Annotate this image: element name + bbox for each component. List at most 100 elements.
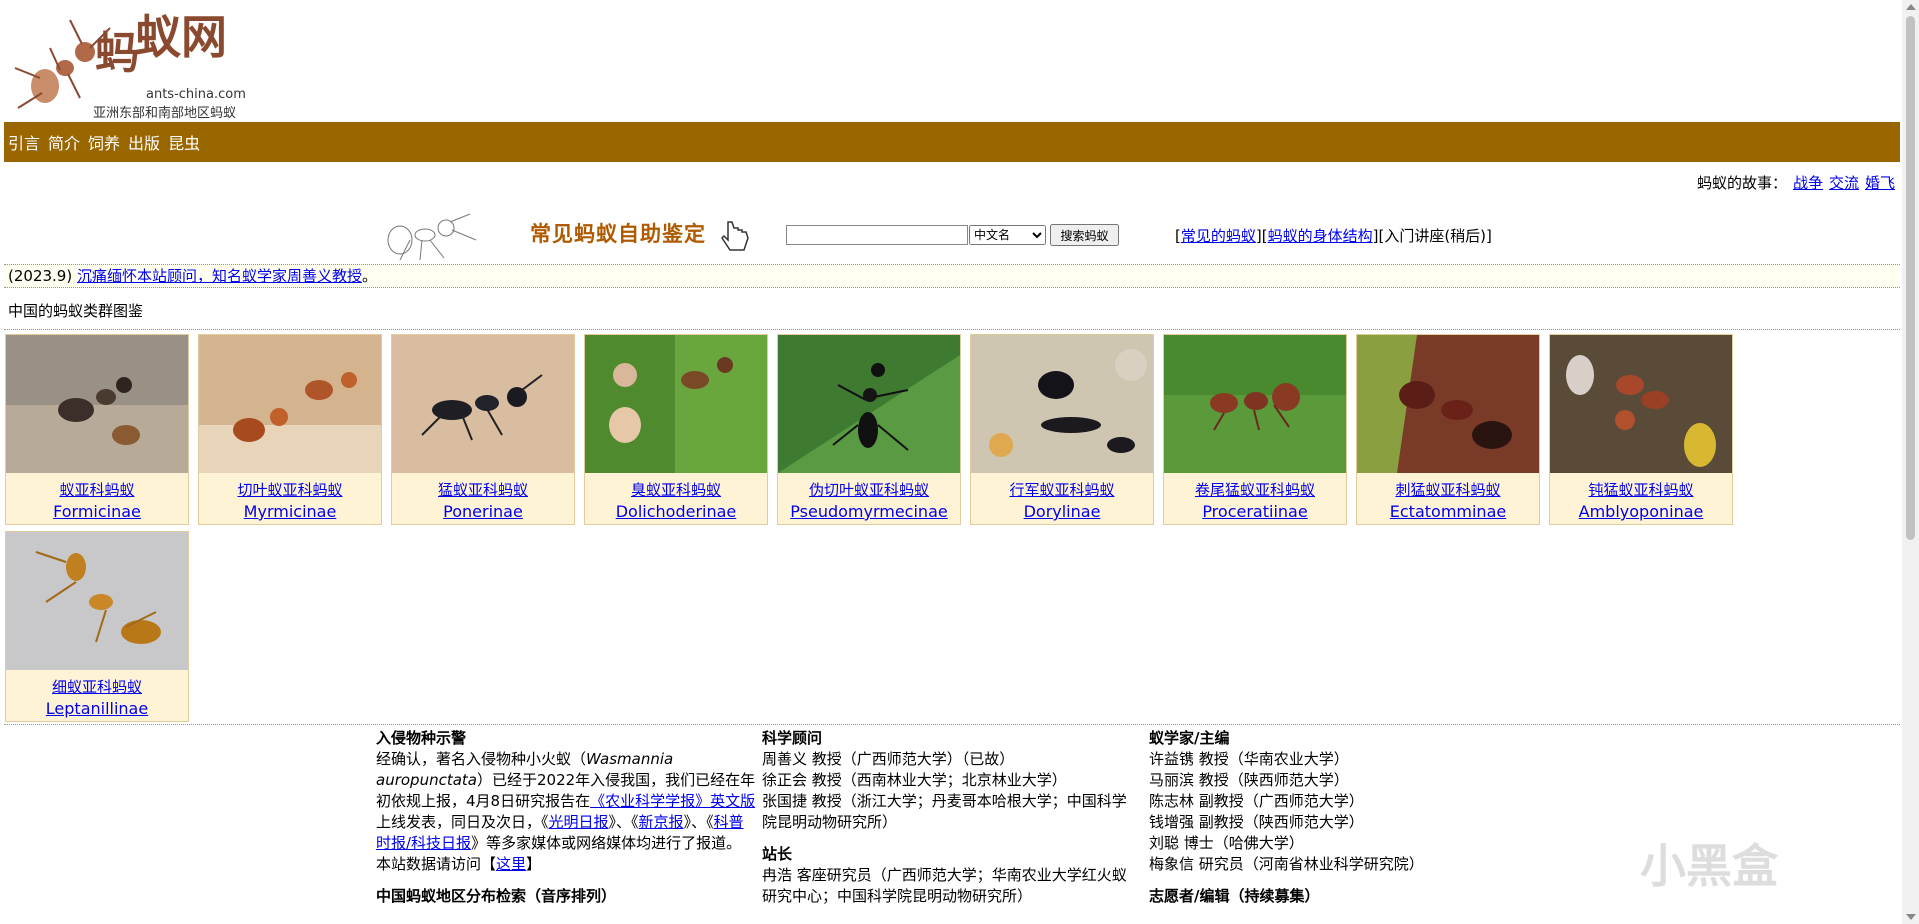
identify-title[interactable]: 常见蚂蚁自助鉴定 xyxy=(530,218,706,248)
ant-photo-dorylinae xyxy=(971,335,1153,473)
volunteers-heading: 志愿者/编辑（持续募集） xyxy=(1149,887,1320,905)
journal-link[interactable]: 《农业科学学报》英文版 xyxy=(590,792,755,810)
subfamily-latin-link[interactable]: Formicinae xyxy=(6,502,188,521)
subfamily-cn-link[interactable]: 行军蚁亚科蚂蚁 xyxy=(971,479,1153,500)
story-link-war[interactable]: 战争 xyxy=(1793,174,1823,192)
editors-column: 蚁学家/主编 许益镌 教授（华南农业大学） 马丽滨 教授（陕西师范大学） 陈志林… xyxy=(1149,728,1529,907)
identify-links: [常见的蚂蚁][蚂蚁的身体结构][入门讲座(稍后)] xyxy=(1175,227,1492,245)
search-ants-button[interactable]: 搜索蚂蚁 xyxy=(1050,224,1119,246)
subfamily-cn-link[interactable]: 伪切叶蚁亚科蚂蚁 xyxy=(778,479,960,500)
scroll-thumb[interactable] xyxy=(1906,16,1915,540)
subfamily-card-amblyoponinae[interactable]: 钝猛蚁亚科蚂蚁 Amblyoponinae xyxy=(1549,334,1733,525)
identify-bar: 常见蚂蚁自助鉴定 中文名 搜索蚂蚁 [常见的蚂蚁][蚂蚁的身体结构][入门讲座(… xyxy=(380,210,1530,261)
subfamily-cn-link[interactable]: 细蚁亚科蚂蚁 xyxy=(6,676,188,697)
nav-item-rearing[interactable]: 饲养 xyxy=(88,130,120,154)
story-link-communication[interactable]: 交流 xyxy=(1829,174,1859,192)
scroll-down-icon[interactable] xyxy=(1906,914,1916,920)
subfamily-card-leptanillinae[interactable]: 细蚁亚科蚂蚁 Leptanillinae xyxy=(5,531,189,722)
subfamily-card-myrmicinae[interactable]: 切叶蚁亚科蚂蚁 Myrmicinae xyxy=(198,334,382,525)
subfamily-cn-link[interactable]: 卷尾猛蚁亚科蚂蚁 xyxy=(1164,479,1346,500)
ant-photo-dolichoderinae xyxy=(585,335,767,473)
subfamily-cn-link[interactable]: 钝猛蚁亚科蚂蚁 xyxy=(1550,479,1732,500)
editor-line: 梅象信 研究员（河南省林业科学研究院） xyxy=(1149,855,1424,873)
divider xyxy=(4,329,1900,330)
editor-line: 马丽滨 教授（陕西师范大学） xyxy=(1149,771,1349,789)
svg-text:蚁网: 蚁网 xyxy=(135,10,227,64)
subfamily-cn-link[interactable]: 臭蚁亚科蚂蚁 xyxy=(585,479,767,500)
scroll-up-icon[interactable] xyxy=(1906,4,1916,10)
divider xyxy=(4,724,1900,725)
ant-sketch-icon xyxy=(387,213,477,261)
subfamily-latin-link[interactable]: Proceratiinae xyxy=(1164,502,1346,521)
logo-subtitle: 亚洲东部和南部地区蚂蚁 xyxy=(93,106,237,121)
subfamily-latin-link[interactable]: Dorylinae xyxy=(971,502,1153,521)
editor-line: 钱增强 副教授（陕西师范大学） xyxy=(1149,813,1364,831)
ant-photo-ectatomminae xyxy=(1357,335,1539,473)
notice-date: (2023.9) xyxy=(8,267,77,285)
vertical-scrollbar[interactable] xyxy=(1902,0,1919,924)
subfamily-latin-link[interactable]: Myrmicinae xyxy=(199,502,381,521)
advisor-line: 徐正会 教授（西南林业大学；北京林业大学） xyxy=(762,771,1067,789)
distribution-heading: 中国蚂蚁地区分布检索（音序排列） xyxy=(376,887,617,905)
section-title: 中国的蚂蚁类群图鉴 xyxy=(8,302,144,320)
subfamily-latin-link[interactable]: Leptanillinae xyxy=(6,699,188,718)
ant-stories: 蚂蚁的故事： 战争 交流 婚飞 xyxy=(1697,172,1895,193)
advisors-column: 科学顾问 周善义 教授（广西师范大学）（已故） 徐正会 教授（西南林业大学；北京… xyxy=(762,728,1140,907)
invasive-heading: 入侵物种示警 xyxy=(376,729,467,747)
invasive-text: 经确认，著名入侵物种小火蚁（Wasmannia auropunctata）已经于… xyxy=(376,750,756,873)
editors-heading: 蚁学家/主编 xyxy=(1149,729,1230,747)
pointer-hand-icon xyxy=(721,221,749,251)
ant-photo-pseudomyrmecinae xyxy=(778,335,960,473)
webmaster-line: 冉浩 客座研究员（广西师范大学；华南农业大学红火蚁研究中心；中国科学院昆明动物研… xyxy=(762,866,1127,905)
subfamily-card-pseudomyrmecinae[interactable]: 伪切叶蚁亚科蚂蚁 Pseudomyrmecinae xyxy=(777,334,961,525)
subfamily-card-dolichoderinae[interactable]: 臭蚁亚科蚂蚁 Dolichoderinae xyxy=(584,334,768,525)
memorial-link[interactable]: 沉痛缅怀本站顾问，知名蚁学家周善义教授 xyxy=(77,267,362,285)
advisors-heading: 科学顾问 xyxy=(762,729,823,747)
subfamily-card-proceratiinae[interactable]: 卷尾猛蚁亚科蚂蚁 Proceratiinae xyxy=(1163,334,1347,525)
subfamily-card-formicinae[interactable]: 蚁亚科蚂蚁 Formicinae xyxy=(5,334,189,525)
ant-photo-myrmicinae xyxy=(199,335,381,473)
ant-search-input[interactable] xyxy=(786,225,968,245)
advisor-line: 周善义 教授（广西师范大学）（已故） xyxy=(762,750,1015,768)
watermark: 小黑盒 xyxy=(1640,839,1778,893)
svg-text:蚂: 蚂 xyxy=(95,28,139,79)
subfamily-cn-link[interactable]: 蚁亚科蚂蚁 xyxy=(6,479,188,500)
ant-photo-formicinae xyxy=(6,335,188,473)
subfamily-latin-link[interactable]: Pseudomyrmecinae xyxy=(778,502,960,521)
subfamily-cn-link[interactable]: 刺猛蚁亚科蚂蚁 xyxy=(1357,479,1539,500)
editor-line: 刘聪 博士（哈佛大学） xyxy=(1149,834,1304,852)
ant-photo-leptanillinae xyxy=(6,532,188,670)
logo-url: ants-china.com xyxy=(146,87,246,102)
nav-item-publications[interactable]: 出版 xyxy=(128,130,160,154)
subfamily-card-ectatomminae[interactable]: 刺猛蚁亚科蚂蚁 Ectatomminae xyxy=(1356,334,1540,525)
language-select[interactable]: 中文名 xyxy=(969,225,1046,245)
ant-photo-amblyoponinae xyxy=(1550,335,1732,473)
subfamily-card-ponerinae[interactable]: 猛蚁亚科蚂蚁 Ponerinae xyxy=(391,334,575,525)
nav-item-about[interactable]: 简介 xyxy=(48,130,80,154)
stories-label: 蚂蚁的故事： xyxy=(1696,174,1787,192)
ant-photo-ponerinae xyxy=(392,335,574,473)
guangming-daily-link[interactable]: 光明日报 xyxy=(549,813,609,831)
nav-item-insects[interactable]: 昆虫 xyxy=(168,130,200,154)
site-logo[interactable]: 蚂 蚁网 ants-china.com 亚洲东部和南部地区蚂蚁 xyxy=(10,8,250,121)
subfamily-cn-link[interactable]: 切叶蚁亚科蚂蚁 xyxy=(199,479,381,500)
beijing-news-link[interactable]: 新京报 xyxy=(639,813,684,831)
memorial-notice: (2023.9) 沉痛缅怀本站顾问，知名蚁学家周善义教授。 xyxy=(4,264,1900,288)
subfamily-latin-link[interactable]: Ponerinae xyxy=(392,502,574,521)
subfamily-latin-link[interactable]: Dolichoderinae xyxy=(585,502,767,521)
common-ants-link[interactable]: 常见的蚂蚁 xyxy=(1181,227,1256,245)
story-link-nuptial-flight[interactable]: 婚飞 xyxy=(1865,174,1895,192)
data-here-link[interactable]: 这里 xyxy=(496,855,526,873)
webmaster-heading: 站长 xyxy=(762,845,793,863)
advisor-line: 张国捷 教授（浙江大学；丹麦哥本哈根大学；中国科学院昆明动物研究所） xyxy=(762,792,1127,831)
editor-line: 陈志林 副教授（广西师范大学） xyxy=(1149,792,1364,810)
ant-anatomy-link[interactable]: 蚂蚁的身体结构 xyxy=(1268,227,1373,245)
invasive-species-column: 入侵物种示警 经确认，著名入侵物种小火蚁（Wasmannia auropunct… xyxy=(376,728,756,907)
subfamily-latin-link[interactable]: Amblyoponinae xyxy=(1550,502,1732,521)
subfamily-latin-link[interactable]: Ectatomminae xyxy=(1357,502,1539,521)
subfamily-cn-link[interactable]: 猛蚁亚科蚂蚁 xyxy=(392,479,574,500)
editor-line: 许益镌 教授（华南农业大学） xyxy=(1149,750,1349,768)
subfamily-card-dorylinae[interactable]: 行军蚁亚科蚂蚁 Dorylinae xyxy=(970,334,1154,525)
main-nav: 引言 简介 饲养 出版 昆虫 xyxy=(4,122,1900,162)
nav-item-intro[interactable]: 引言 xyxy=(8,130,40,154)
